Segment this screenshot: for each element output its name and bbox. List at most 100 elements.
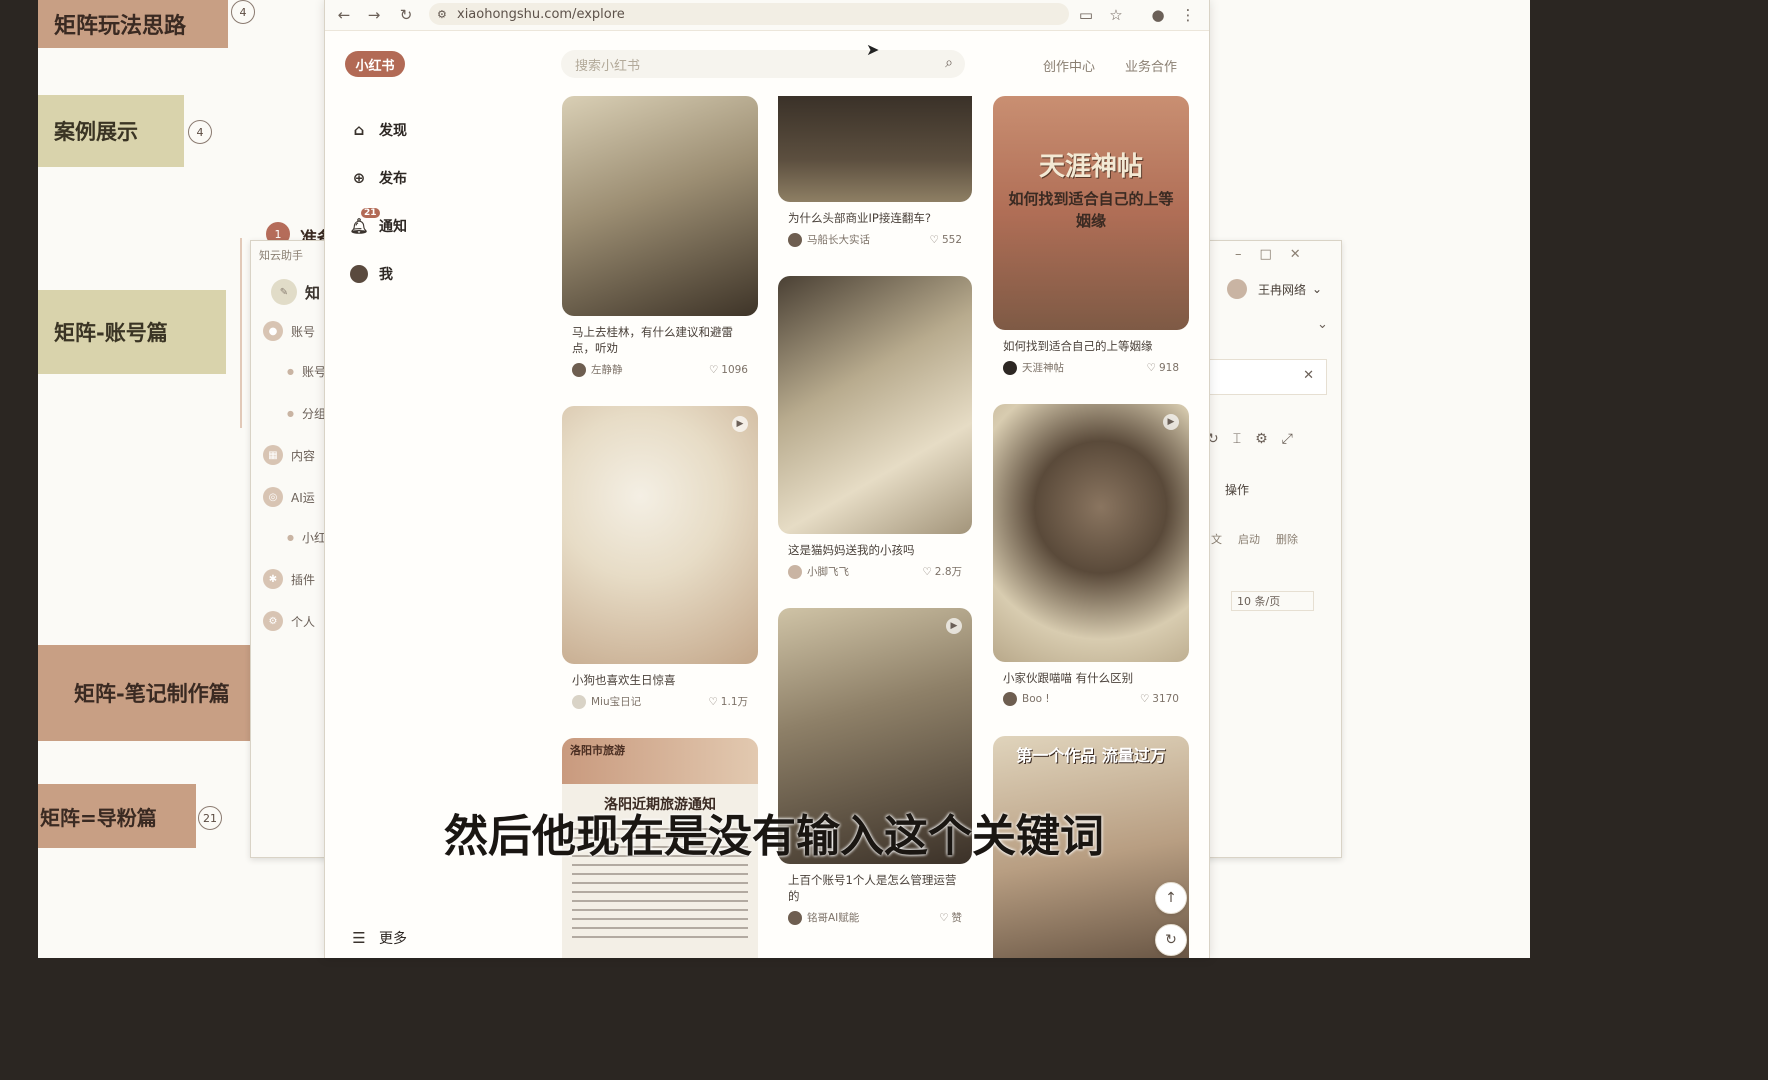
feed-card[interactable]: ▶ 小家伙跟喵喵 有什么区别 Boo ! ♡ 3170 bbox=[993, 404, 1189, 706]
like-count[interactable]: ♡ 1096 bbox=[709, 364, 748, 376]
address-bar[interactable]: ⚙ xiaohongshu.com/explore bbox=[429, 3, 1069, 25]
bg-side-label: 内容 bbox=[291, 448, 316, 463]
user-menu[interactable]: 王冉网络 ⌄ bbox=[1227, 279, 1322, 299]
card-title[interactable]: 马上去桂林，有什么建议和避雷点，听劝 bbox=[562, 324, 758, 356]
card-image[interactable] bbox=[778, 96, 972, 202]
mindmap-node-strategy[interactable]: 矩阵玩法思路 bbox=[38, 0, 228, 48]
card-author[interactable]: 小脚飞飞 bbox=[788, 564, 849, 579]
card-meta: Miu宝日记 ♡ 1.1万 bbox=[562, 694, 758, 709]
search-icon[interactable]: ⌕ bbox=[945, 55, 953, 71]
star-icon[interactable]: ☆ bbox=[1105, 4, 1127, 26]
nav-notifications[interactable]: 🔔︎ 21 通知 bbox=[349, 208, 407, 236]
bg-side-item[interactable]: ⚙ 个人 bbox=[263, 611, 315, 631]
bg-side-subitem[interactable]: ● 分组 bbox=[287, 405, 326, 422]
page-size-select[interactable]: 10 条/页 bbox=[1231, 591, 1314, 611]
card-image[interactable]: ▶ bbox=[993, 404, 1189, 662]
nav-label: 发现 bbox=[379, 123, 407, 139]
chevron-down-icon[interactable]: ⌄ bbox=[1317, 317, 1328, 332]
profile-icon[interactable]: ● bbox=[1147, 4, 1169, 26]
likes-value: 3170 bbox=[1152, 693, 1179, 705]
bg-side-subitem[interactable]: ● 账号 bbox=[287, 363, 326, 380]
logo-icon: ✎ bbox=[271, 279, 297, 305]
like-count[interactable]: ♡ 1.1万 bbox=[708, 694, 748, 709]
heart-icon: ♡ bbox=[708, 363, 719, 376]
bg-side-label: AI运 bbox=[291, 490, 315, 505]
forward-icon[interactable]: → bbox=[363, 4, 385, 26]
row-action[interactable]: 文 bbox=[1211, 531, 1222, 547]
like-count[interactable]: ♡ 918 bbox=[1147, 362, 1179, 374]
mindmap-node-cases[interactable]: 案例展示 bbox=[38, 95, 184, 167]
feed-card[interactable]: ▶ 上百个账号1个人是怎么管理运营的 铭哥AI赋能 ♡ 赞 bbox=[778, 608, 972, 925]
close-icon[interactable]: ✕ bbox=[1303, 368, 1314, 383]
card-image[interactable]: ▶ bbox=[562, 406, 758, 664]
menu-icon[interactable]: ⋮ bbox=[1177, 4, 1199, 26]
card-author[interactable]: 左静静 bbox=[572, 362, 623, 377]
card-author[interactable]: 铭哥AI赋能 bbox=[788, 910, 859, 925]
card-title[interactable]: 上百个账号1个人是怎么管理运营的 bbox=[778, 872, 972, 904]
bg-side-item[interactable]: ◎ AI运 bbox=[263, 487, 315, 507]
nav-more[interactable]: ☰ 更多 bbox=[349, 928, 407, 948]
back-icon[interactable]: ← bbox=[333, 4, 355, 26]
refresh-button[interactable]: ↻ bbox=[1155, 924, 1187, 956]
dot-icon: ● bbox=[287, 533, 294, 542]
search-input[interactable]: 搜索小红书 ⌕ bbox=[561, 50, 965, 78]
card-title[interactable]: 为什么头部商业IP接连翻车? bbox=[778, 210, 972, 226]
bg-input-field[interactable]: ✕ bbox=[1207, 359, 1327, 395]
card-author[interactable]: 天涯神帖 bbox=[1003, 360, 1064, 375]
like-count[interactable]: ♡ 2.8万 bbox=[922, 564, 962, 579]
card-author[interactable]: Miu宝日记 bbox=[572, 694, 641, 709]
play-icon: ▶ bbox=[1163, 414, 1179, 430]
card-author[interactable]: Boo ! bbox=[1003, 692, 1050, 706]
card-overlay-subtitle: 如何找到适合自己的上等姻缘 bbox=[1008, 190, 1174, 230]
like-count[interactable]: ♡ 赞 bbox=[939, 910, 962, 925]
mindmap-label: 矩阵=导粉篇 bbox=[40, 805, 157, 830]
card-title[interactable]: 小狗也喜欢生日惊喜 bbox=[562, 672, 758, 688]
card-image[interactable] bbox=[778, 276, 972, 534]
card-image[interactable]: 天涯神帖 如何找到适合自己的上等姻缘 bbox=[993, 96, 1189, 330]
feed-card[interactable]: 这是猫妈妈送我的小孩吗 小脚飞飞 ♡ 2.8万 bbox=[778, 276, 972, 579]
card-meta: 左静静 ♡ 1096 bbox=[562, 362, 758, 377]
bg-side-item[interactable]: ● 账号 bbox=[263, 321, 315, 341]
window-controls[interactable]: –□✕ bbox=[1235, 247, 1319, 262]
card-title[interactable]: 如何找到适合自己的上等姻缘 bbox=[993, 338, 1189, 354]
nav-publish[interactable]: ⊕ 发布 bbox=[349, 168, 407, 188]
ai-icon: ◎ bbox=[263, 487, 283, 507]
feed-card[interactable]: ▶ 小狗也喜欢生日惊喜 Miu宝日记 ♡ 1.1万 bbox=[562, 406, 758, 709]
bg-side-item[interactable]: ✱ 插件 bbox=[263, 569, 315, 589]
like-count[interactable]: ♡ 552 bbox=[930, 234, 962, 246]
heart-icon: ♡ bbox=[939, 912, 949, 924]
xiaohongshu-logo[interactable]: 小红书 bbox=[345, 51, 405, 77]
mindmap-node-fans[interactable]: 矩阵=导粉篇 bbox=[38, 784, 196, 848]
mindmap-node-account[interactable]: 矩阵-账号篇 bbox=[38, 290, 226, 374]
nav-me[interactable]: 我 bbox=[349, 264, 393, 284]
feed-card[interactable]: 天涯神帖 如何找到适合自己的上等姻缘 如何找到适合自己的上等姻缘 天涯神帖 ♡ 91… bbox=[993, 96, 1189, 375]
mindmap-collapse-badge[interactable]: 21 bbox=[198, 806, 222, 830]
row-action-delete[interactable]: 删除 bbox=[1276, 531, 1298, 547]
bg-side-subitem[interactable]: ● 小红 bbox=[287, 529, 326, 546]
nav-discover[interactable]: ⌂ 发现 bbox=[349, 120, 407, 140]
reload-icon[interactable]: ↻ bbox=[395, 4, 417, 26]
scroll-top-button[interactable]: ↑ bbox=[1155, 882, 1187, 914]
avatar-icon bbox=[349, 264, 369, 284]
cast-icon[interactable]: ▭ bbox=[1075, 4, 1097, 26]
mindmap-collapse-badge[interactable]: 4 bbox=[231, 0, 255, 24]
mindmap-node-notes[interactable]: 矩阵-笔记制作篇 bbox=[38, 645, 250, 741]
card-author[interactable]: 马船长大实话 bbox=[788, 232, 870, 247]
bg-side-item[interactable]: ▦ 内容 bbox=[263, 445, 315, 465]
card-image[interactable] bbox=[562, 96, 758, 316]
author-name: 天涯神帖 bbox=[1022, 362, 1064, 374]
feed-card[interactable]: 马上去桂林，有什么建议和避雷点，听劝 左静静 ♡ 1096 bbox=[562, 96, 758, 377]
mindmap-collapse-badge[interactable]: 4 bbox=[188, 120, 212, 144]
card-title[interactable]: 小家伙跟喵喵 有什么区别 bbox=[993, 670, 1189, 686]
mindmap-label: 矩阵玩法思路 bbox=[54, 14, 187, 39]
business-link[interactable]: 业务合作 bbox=[1125, 56, 1177, 75]
card-overlay-title: 第一个作品 流量过万 bbox=[1016, 746, 1166, 765]
site-info-icon[interactable]: ⚙ bbox=[437, 8, 447, 21]
row-action-start[interactable]: 启动 bbox=[1238, 531, 1260, 547]
feed-card[interactable]: 为什么头部商业IP接连翻车? 马船长大实话 ♡ 552 bbox=[778, 96, 972, 247]
bg-side-label: 插件 bbox=[291, 572, 316, 587]
creator-center-link[interactable]: 创作中心 bbox=[1043, 56, 1095, 75]
like-count[interactable]: ♡ 3170 bbox=[1140, 693, 1179, 705]
card-title[interactable]: 这是猫妈妈送我的小孩吗 bbox=[778, 542, 972, 558]
toolbar-icons[interactable]: ↻⌶⚙⤢ bbox=[1207, 431, 1307, 447]
